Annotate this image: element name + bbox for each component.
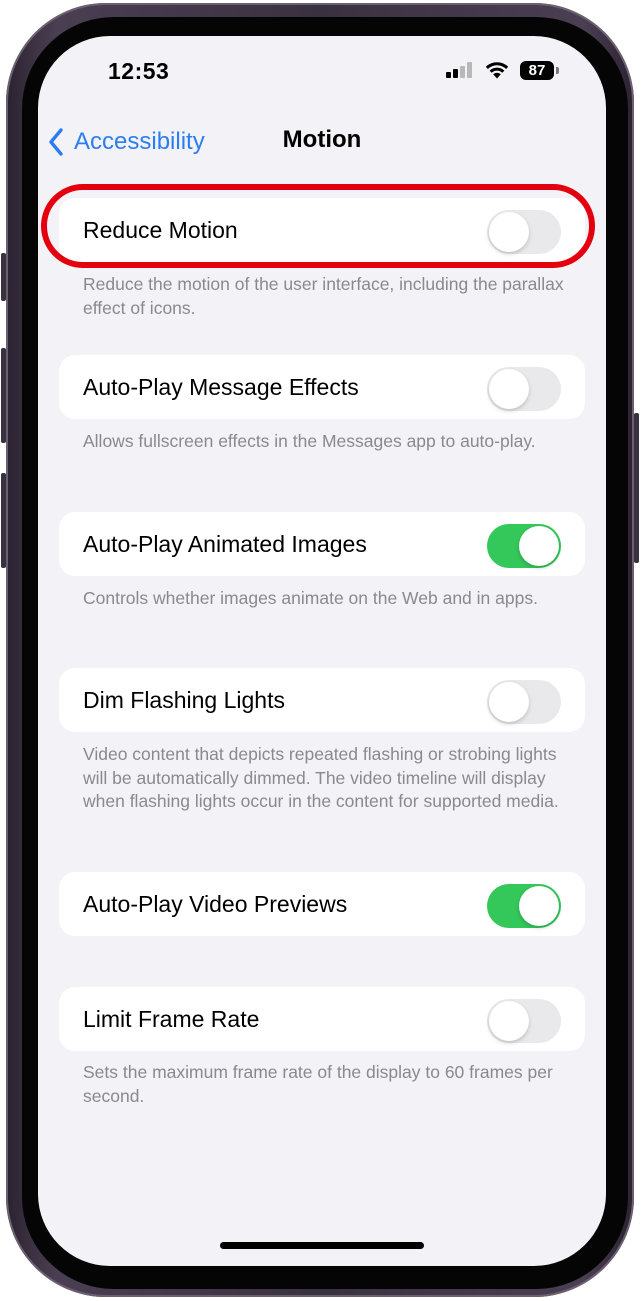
setting-row-auto-play-video-previews: Auto-Play Video Previews — [59, 872, 585, 936]
toggle-knob — [519, 886, 559, 926]
setting-label: Dim Flashing Lights — [83, 687, 285, 713]
auto-play-message-effects-toggle[interactable] — [487, 367, 561, 411]
auto-play-video-previews-toggle[interactable] — [487, 884, 561, 928]
setting-row-dim-flashing-lights: Dim Flashing Lights — [59, 668, 585, 732]
setting-label: Limit Frame Rate — [83, 1006, 260, 1032]
setting-row-auto-play-message-effects: Auto-Play Message Effects — [59, 355, 585, 419]
volume-up-button — [1, 348, 6, 443]
wifi-icon — [485, 62, 509, 79]
page-title: Motion — [282, 126, 362, 153]
setting-row-reduce-motion: Reduce Motion — [59, 198, 585, 262]
action-button — [1, 253, 6, 301]
auto-play-animated-images-toggle[interactable] — [487, 524, 561, 568]
screen: 12:53 87 Accessibility Motion Reduce Mot… — [38, 36, 606, 1266]
toggle-knob — [489, 1001, 529, 1041]
toggle-knob — [489, 682, 529, 722]
toggle-knob — [489, 369, 529, 409]
cellular-signal-icon — [446, 62, 472, 78]
home-indicator[interactable] — [220, 1242, 424, 1249]
toggle-knob — [489, 212, 529, 252]
battery-tip — [556, 67, 559, 74]
setting-label: Auto-Play Video Previews — [83, 891, 348, 917]
setting-row-limit-frame-rate: Limit Frame Rate — [59, 987, 585, 1051]
battery-icon: 87 — [520, 61, 554, 80]
power-button — [634, 413, 639, 563]
setting-footer: Controls whether images animate on the W… — [83, 588, 538, 608]
setting-label: Auto-Play Animated Images — [83, 531, 367, 557]
setting-footer: Reduce the motion of the user interface,… — [83, 274, 564, 318]
status-time: 12:53 — [108, 58, 170, 84]
setting-footer: Sets the maximum frame rate of the displ… — [83, 1062, 553, 1106]
setting-label: Auto-Play Message Effects — [83, 374, 359, 400]
toggle-knob — [519, 526, 559, 566]
setting-label: Reduce Motion — [83, 217, 238, 243]
setting-row-auto-play-animated-images: Auto-Play Animated Images — [59, 512, 585, 576]
limit-frame-rate-toggle[interactable] — [487, 999, 561, 1043]
volume-down-button — [1, 473, 6, 568]
dim-flashing-lights-toggle[interactable] — [487, 680, 561, 724]
setting-footer: Video content that depicts repeated flas… — [83, 744, 559, 811]
setting-footer: Allows fullscreen effects in the Message… — [83, 431, 536, 451]
reduce-motion-toggle[interactable] — [487, 210, 561, 254]
